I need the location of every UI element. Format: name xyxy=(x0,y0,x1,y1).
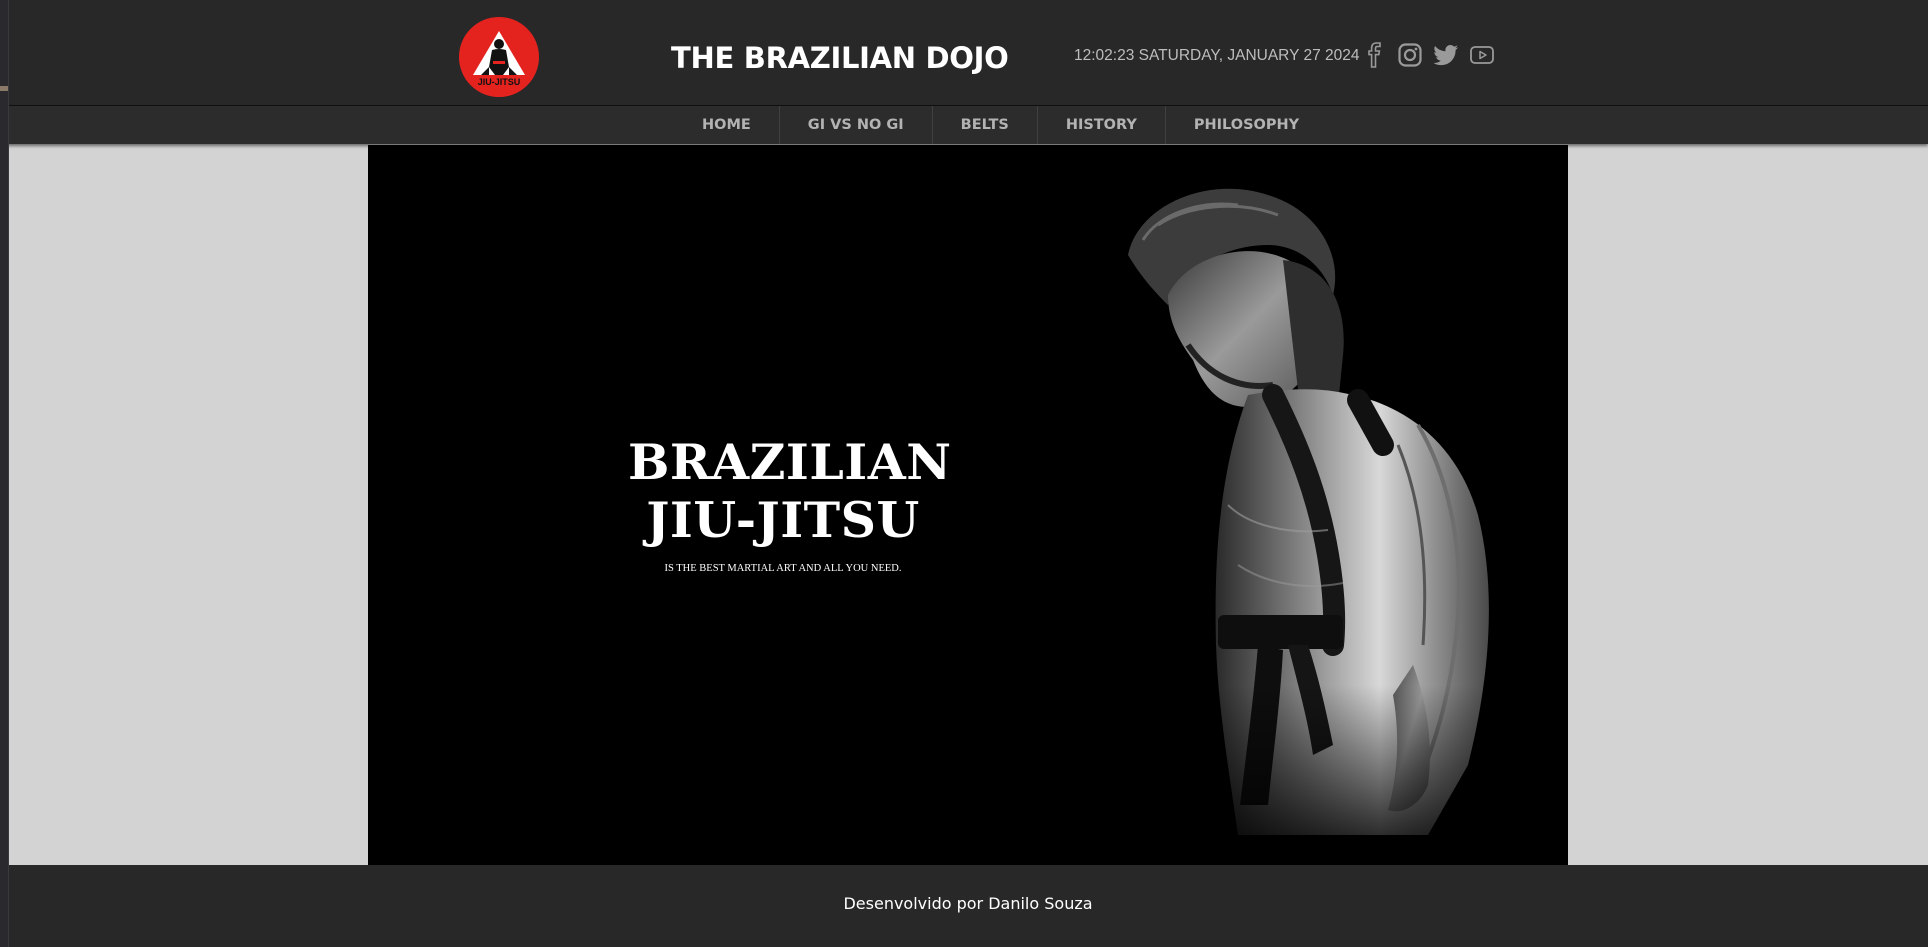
hero-title-line-2: JIU-JITSU xyxy=(646,491,920,549)
fighter-emblem-icon: JIU-JITSU xyxy=(459,17,539,97)
hero-title-line-1: BRAZILIAN xyxy=(628,433,952,491)
hero-subtitle: IS THE BEST MARTIAL ART AND ALL YOU NEED… xyxy=(664,563,902,574)
site-header: JIU-JITSU THE BRAZILIAN DOJO 12:02:23 SA… xyxy=(0,0,1928,106)
footer-credit: Desenvolvido por Danilo Souza xyxy=(843,894,1093,913)
nav-item-philosophy[interactable]: PHILOSOPHY xyxy=(1166,106,1327,144)
instagram-icon[interactable] xyxy=(1398,43,1422,67)
nav-item-gi-vs-no-gi[interactable]: GI VS NO GI xyxy=(780,106,933,144)
youtube-icon[interactable] xyxy=(1470,46,1494,64)
main-navigation: HOME GI VS NO GI BELTS HISTORY PHILOSOPH… xyxy=(0,106,1928,144)
jiu-jitsu-athlete-image xyxy=(1108,145,1568,865)
hero-title: BRAZILIAN JIU-JITSU xyxy=(628,433,952,549)
nav-item-belts[interactable]: BELTS xyxy=(933,106,1038,144)
site-footer: Desenvolvido por Danilo Souza xyxy=(0,865,1928,947)
site-title: THE BRAZILIAN DOJO xyxy=(671,41,1009,75)
browser-left-edge xyxy=(0,0,9,947)
nav-items: HOME GI VS NO GI BELTS HISTORY PHILOSOPH… xyxy=(686,106,1327,144)
twitter-icon[interactable] xyxy=(1433,45,1459,66)
nav-item-home[interactable]: HOME xyxy=(686,106,780,144)
nav-item-history[interactable]: HISTORY xyxy=(1038,106,1166,144)
hero-banner: BRAZILIAN JIU-JITSU IS THE BEST MARTIAL … xyxy=(368,145,1568,865)
facebook-icon[interactable] xyxy=(1366,42,1384,68)
window-edge-marker xyxy=(0,86,8,91)
jiu-jitsu-logo[interactable]: JIU-JITSU xyxy=(459,17,539,97)
current-datetime: 12:02:23 SATURDAY, JANUARY 27 2024 xyxy=(1074,47,1360,64)
svg-text:JIU-JITSU: JIU-JITSU xyxy=(478,77,521,87)
